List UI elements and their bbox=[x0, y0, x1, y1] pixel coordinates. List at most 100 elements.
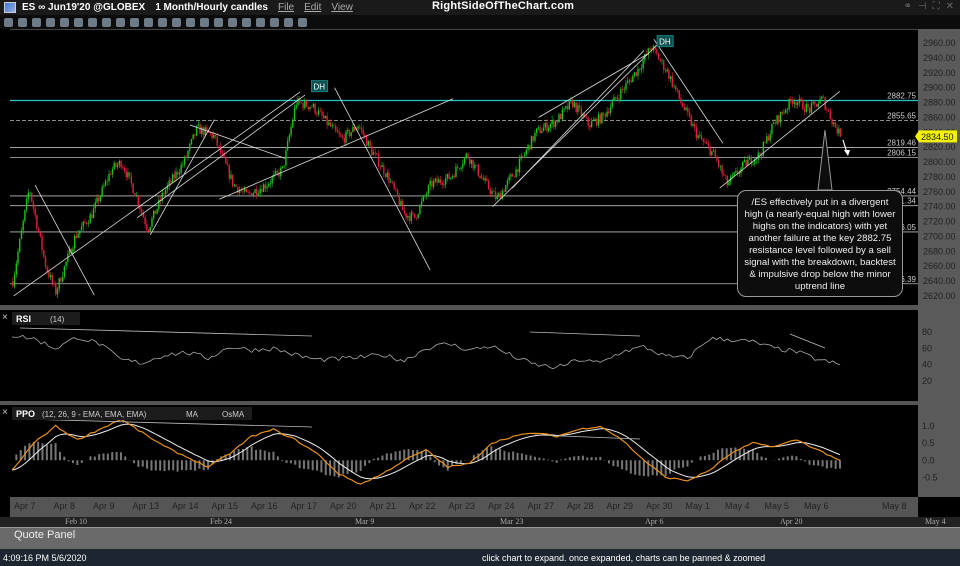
tool-icon[interactable] bbox=[144, 17, 153, 27]
candle bbox=[261, 188, 263, 192]
candle bbox=[465, 153, 467, 158]
candle bbox=[249, 192, 251, 194]
candle bbox=[146, 224, 148, 230]
candle bbox=[211, 133, 213, 138]
tool-icon[interactable] bbox=[214, 17, 223, 27]
tool-icon[interactable] bbox=[4, 17, 13, 27]
tool-icon[interactable] bbox=[172, 17, 181, 27]
candle bbox=[134, 193, 136, 197]
symbol-selector[interactable]: ES ∞ Jun19'20 @GLOBEX bbox=[22, 2, 145, 13]
maximize-icon[interactable]: ⛶ bbox=[933, 1, 940, 12]
candle bbox=[659, 59, 662, 61]
candle bbox=[505, 185, 507, 192]
tool-icon[interactable] bbox=[130, 17, 139, 27]
candle bbox=[395, 188, 397, 190]
candle bbox=[87, 223, 90, 225]
overview-date-label: Mar 23 bbox=[500, 517, 524, 526]
candle bbox=[707, 143, 710, 147]
overview-scrollbar[interactable]: Feb 10 Feb 24 Mar 9 Mar 23 Apr 6 Apr 20 May 4 bbox=[0, 517, 960, 527]
candle bbox=[592, 120, 595, 122]
menu-view[interactable]: View bbox=[331, 2, 353, 13]
tool-icon[interactable] bbox=[74, 17, 83, 27]
candle bbox=[209, 132, 212, 134]
tool-icon[interactable] bbox=[88, 17, 97, 27]
candle bbox=[700, 135, 703, 140]
candle bbox=[398, 196, 400, 206]
tool-icon[interactable] bbox=[116, 17, 125, 27]
candle bbox=[702, 139, 704, 142]
candle bbox=[384, 174, 387, 178]
candle bbox=[132, 183, 134, 194]
rsi-tick-label: 60 bbox=[922, 343, 932, 353]
tool-icon[interactable] bbox=[256, 17, 265, 27]
candle bbox=[137, 195, 139, 206]
tool-icon[interactable] bbox=[186, 17, 195, 27]
candle bbox=[477, 164, 479, 176]
candle bbox=[17, 251, 19, 264]
tool-icon[interactable] bbox=[32, 17, 41, 27]
candle bbox=[396, 189, 399, 197]
tool-icon[interactable] bbox=[60, 17, 69, 27]
candle bbox=[389, 181, 392, 183]
overview-date-label: Feb 10 bbox=[65, 517, 87, 526]
candle bbox=[834, 122, 837, 128]
candle bbox=[403, 210, 406, 214]
candle bbox=[293, 107, 296, 120]
candle bbox=[130, 175, 133, 184]
candle bbox=[286, 140, 289, 151]
tool-icon[interactable] bbox=[46, 17, 55, 27]
candle bbox=[108, 173, 110, 182]
candle bbox=[151, 218, 153, 227]
candle bbox=[709, 146, 711, 156]
candle bbox=[43, 250, 45, 257]
time-axis-label: Apr 24 bbox=[488, 501, 515, 511]
candle bbox=[625, 83, 627, 90]
tool-icon[interactable] bbox=[242, 17, 251, 27]
time-axis-label: Apr 27 bbox=[527, 501, 555, 511]
price-tick-label: 2760.00 bbox=[923, 187, 956, 197]
tool-icon[interactable] bbox=[298, 17, 307, 27]
tool-icon[interactable] bbox=[18, 17, 27, 27]
tool-icon[interactable] bbox=[102, 17, 111, 27]
candle bbox=[305, 100, 308, 107]
close-icon[interactable]: ✕ bbox=[946, 1, 954, 12]
timeframe-selector[interactable]: 1 Month/Hourly candles bbox=[155, 2, 268, 13]
tool-icon[interactable] bbox=[228, 17, 237, 27]
candle bbox=[499, 193, 502, 199]
candle bbox=[268, 184, 270, 187]
candle bbox=[56, 288, 59, 295]
candle bbox=[32, 201, 35, 209]
tool-icon[interactable] bbox=[284, 17, 293, 27]
candle bbox=[690, 116, 692, 126]
candle bbox=[597, 114, 600, 126]
candle bbox=[800, 98, 802, 101]
candle bbox=[688, 112, 691, 117]
quote-panel-label[interactable]: Quote Panel bbox=[14, 529, 75, 541]
candle bbox=[604, 113, 607, 117]
candle bbox=[37, 228, 40, 233]
pin-icon[interactable]: ⊣ bbox=[918, 1, 927, 12]
tool-icon[interactable] bbox=[158, 17, 167, 27]
candle bbox=[257, 193, 260, 195]
candle bbox=[120, 160, 122, 168]
link-icon[interactable]: ⚭ bbox=[904, 1, 912, 12]
candle bbox=[821, 96, 823, 99]
tool-icon[interactable] bbox=[270, 17, 279, 27]
candle bbox=[247, 192, 249, 193]
candle bbox=[623, 89, 625, 90]
candle bbox=[113, 162, 115, 169]
candle bbox=[333, 125, 335, 127]
candle bbox=[462, 163, 464, 168]
candle bbox=[472, 159, 474, 169]
candle bbox=[630, 80, 632, 83]
candle bbox=[65, 261, 67, 267]
candle bbox=[711, 151, 713, 156]
candle bbox=[80, 226, 83, 231]
candle bbox=[244, 189, 246, 192]
menu-file[interactable]: File bbox=[278, 2, 294, 13]
candle bbox=[154, 210, 157, 214]
tool-icon[interactable] bbox=[200, 17, 209, 27]
menu-edit[interactable]: Edit bbox=[304, 2, 321, 13]
candle bbox=[98, 197, 100, 202]
candle bbox=[336, 130, 339, 133]
